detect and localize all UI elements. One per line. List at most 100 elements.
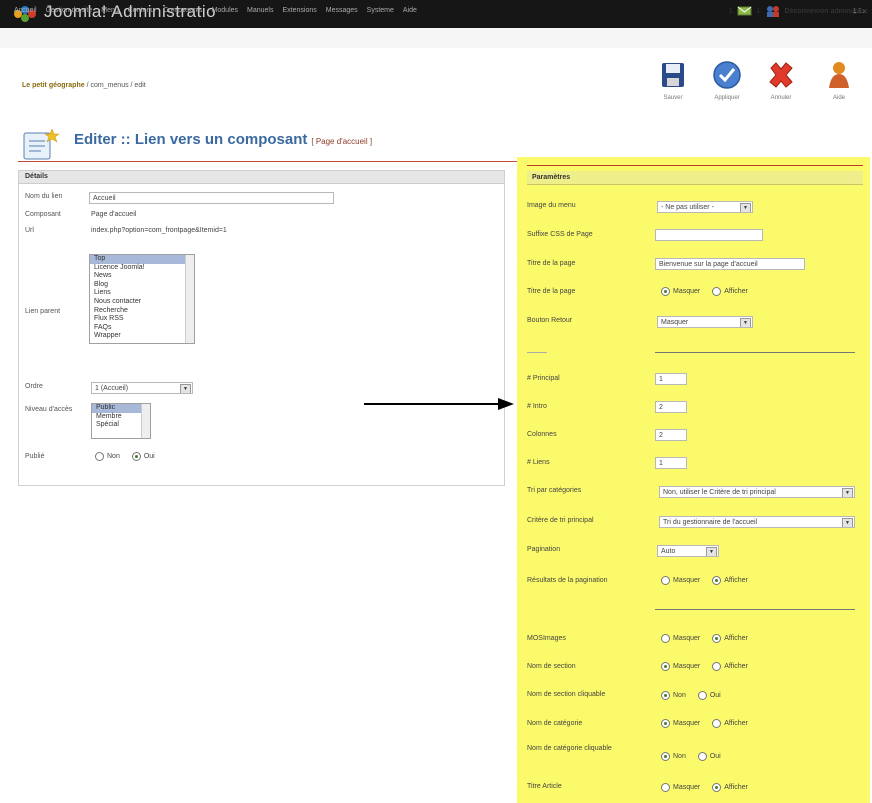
article-title-hide-label: Masquer — [673, 784, 701, 791]
list-item[interactable]: Blog — [90, 281, 194, 290]
menu-item-composants[interactable]: Composants — [163, 7, 202, 14]
main-menu-bar — [0, 28, 872, 49]
list-item[interactable]: News — [90, 272, 194, 281]
category-link-yes-label: Oui — [709, 753, 721, 760]
intro-input[interactable]: 2 — [655, 401, 687, 413]
category-name-hide-radio[interactable] — [661, 719, 670, 728]
list-item[interactable]: Liens — [90, 289, 194, 298]
columns-input[interactable]: 2 — [655, 429, 687, 441]
article-title-hide-radio[interactable] — [661, 783, 670, 792]
category-name-show-radio[interactable] — [712, 719, 722, 728]
list-item[interactable]: FAQs — [90, 324, 194, 333]
save-button[interactable]: Sauver — [654, 60, 692, 108]
section-link-no-label: Non — [673, 692, 686, 699]
links-input[interactable]: 1 — [655, 457, 687, 469]
links-label: # Liens — [527, 459, 550, 466]
help-label: Aide — [832, 95, 845, 101]
chevron-down-icon: ▼ — [740, 318, 751, 327]
pagination-results-hide-radio[interactable] — [661, 576, 670, 585]
cat-order-select[interactable]: Non, utiliser le Critère de tri principa… — [659, 486, 855, 498]
list-item[interactable]: Nous contacter — [90, 298, 194, 307]
scrollbar[interactable] — [185, 255, 194, 343]
page-title-input[interactable]: Bienvenue sur la page d'accueil — [655, 258, 805, 270]
mosimages-label: MOSImages — [527, 635, 566, 642]
details-header: Détails — [19, 171, 504, 184]
divider — [655, 352, 855, 353]
url-label: Url — [25, 227, 34, 234]
page-class-label: Suffixe CSS de Page — [527, 231, 593, 238]
menu-item-aide[interactable]: Aide — [403, 7, 417, 14]
mosimages-show-radio[interactable] — [712, 634, 722, 643]
list-item[interactable]: Flux RSS — [90, 315, 194, 324]
order-select[interactable]: 1 (Accueil) ▼ — [91, 382, 193, 394]
primary-order-select[interactable]: Tri du gestionnaire de l'accueil ▼ — [659, 516, 855, 528]
pagination-select[interactable]: Auto ▼ — [657, 545, 719, 557]
leading-label: # Principal — [527, 375, 560, 382]
cancel-label: Annuler — [770, 95, 792, 101]
main-menu: Accueil Gestion du site Menu Contenu Com… — [14, 7, 417, 14]
published-label: Publié — [25, 453, 45, 460]
section-name-show-radio[interactable] — [712, 662, 722, 671]
parameters-highlight — [517, 157, 870, 803]
menu-item-systeme[interactable]: Systeme — [367, 7, 394, 14]
menu-item-contenu[interactable]: Contenu — [128, 7, 154, 14]
pagination-results-radio-group: Masquer Afficher — [661, 576, 748, 585]
section-link-yes-radio[interactable] — [697, 691, 707, 700]
pagination-results-show-label: Afficher — [724, 577, 748, 584]
page-subtitle: [ Page d'accueil ] — [311, 137, 373, 146]
cat-order-label: Tri par catégories — [527, 487, 582, 494]
section-link-yes-label: Oui — [709, 692, 721, 699]
primary-order-label: Critère de tri principal — [527, 517, 594, 524]
menu-item-extensions[interactable]: Extensions — [283, 7, 317, 14]
users-icon[interactable] — [765, 5, 781, 17]
help-icon — [829, 62, 849, 88]
access-listbox[interactable]: Public Membre Spécial — [91, 403, 151, 439]
menu-item-site[interactable]: Gestion du site — [46, 7, 93, 14]
published-yes-radio[interactable] — [131, 452, 141, 461]
mosimages-hide-radio[interactable] — [661, 634, 670, 643]
show-title-show-radio[interactable] — [712, 287, 722, 296]
category-name-radio-group: Masquer Afficher — [661, 719, 748, 728]
columns-label: Colonnes — [527, 431, 557, 438]
menu-item-messages[interactable]: Messages — [326, 7, 358, 14]
scrollbar[interactable] — [141, 404, 150, 438]
chevron-down-icon: ▼ — [842, 488, 853, 497]
list-item[interactable]: Wrapper — [90, 332, 194, 341]
show-title-hide-radio[interactable] — [661, 287, 670, 296]
section-link-radio-group: Non Oui — [661, 691, 721, 700]
published-radio-group: Non Oui — [95, 452, 155, 461]
section-name-radio-group: Masquer Afficher — [661, 662, 748, 671]
category-link-yes-radio[interactable] — [697, 752, 707, 761]
parent-label: Lien parent — [25, 308, 61, 315]
cancel-x-icon — [769, 62, 793, 88]
section-name-hide-radio[interactable] — [661, 662, 670, 671]
menu-item-menu[interactable]: Menu — [101, 7, 119, 14]
logout-link[interactable]: Déconnexion admin@loc — [785, 8, 868, 15]
menu-image-select[interactable]: - Ne pas utiliser - ▼ — [657, 201, 753, 213]
article-title-show-radio[interactable] — [712, 783, 722, 792]
name-input[interactable]: Accueil — [89, 192, 334, 204]
leading-input[interactable]: 1 — [655, 373, 687, 385]
menu-item-modules[interactable]: Modules — [212, 7, 238, 14]
help-button[interactable]: Aide — [820, 60, 858, 108]
cancel-button[interactable]: Annuler — [762, 60, 800, 108]
category-link-no-radio[interactable] — [661, 752, 670, 761]
apply-button[interactable]: Appliquer — [708, 60, 746, 108]
messages-icon[interactable] — [737, 5, 753, 17]
section-link-no-radio[interactable] — [661, 691, 670, 700]
parent-listbox[interactable]: Top Licence Joomla! News Blog Liens Nous… — [89, 254, 195, 344]
order-select-value: 1 (Accueil) — [95, 385, 129, 392]
show-title-show-label: Afficher — [724, 288, 748, 295]
url-value: index.php?option=com_frontpage&Itemid=1 — [91, 227, 227, 234]
pagination-results-show-radio[interactable] — [712, 576, 722, 585]
page-class-input[interactable] — [655, 229, 763, 241]
published-no-radio[interactable] — [95, 452, 104, 461]
page-title-label: Titre de la page — [527, 260, 576, 267]
back-button-select[interactable]: Masquer ▼ — [657, 316, 753, 328]
menu-item-manuels[interactable]: Manuels — [247, 7, 273, 14]
mosimages-hide-label: Masquer — [673, 635, 701, 642]
list-item[interactable]: Top — [90, 255, 194, 264]
menu-item-accueil[interactable]: Accueil — [14, 7, 37, 14]
list-item[interactable]: Recherche — [90, 307, 194, 316]
list-item[interactable]: Licence Joomla! — [90, 264, 194, 273]
